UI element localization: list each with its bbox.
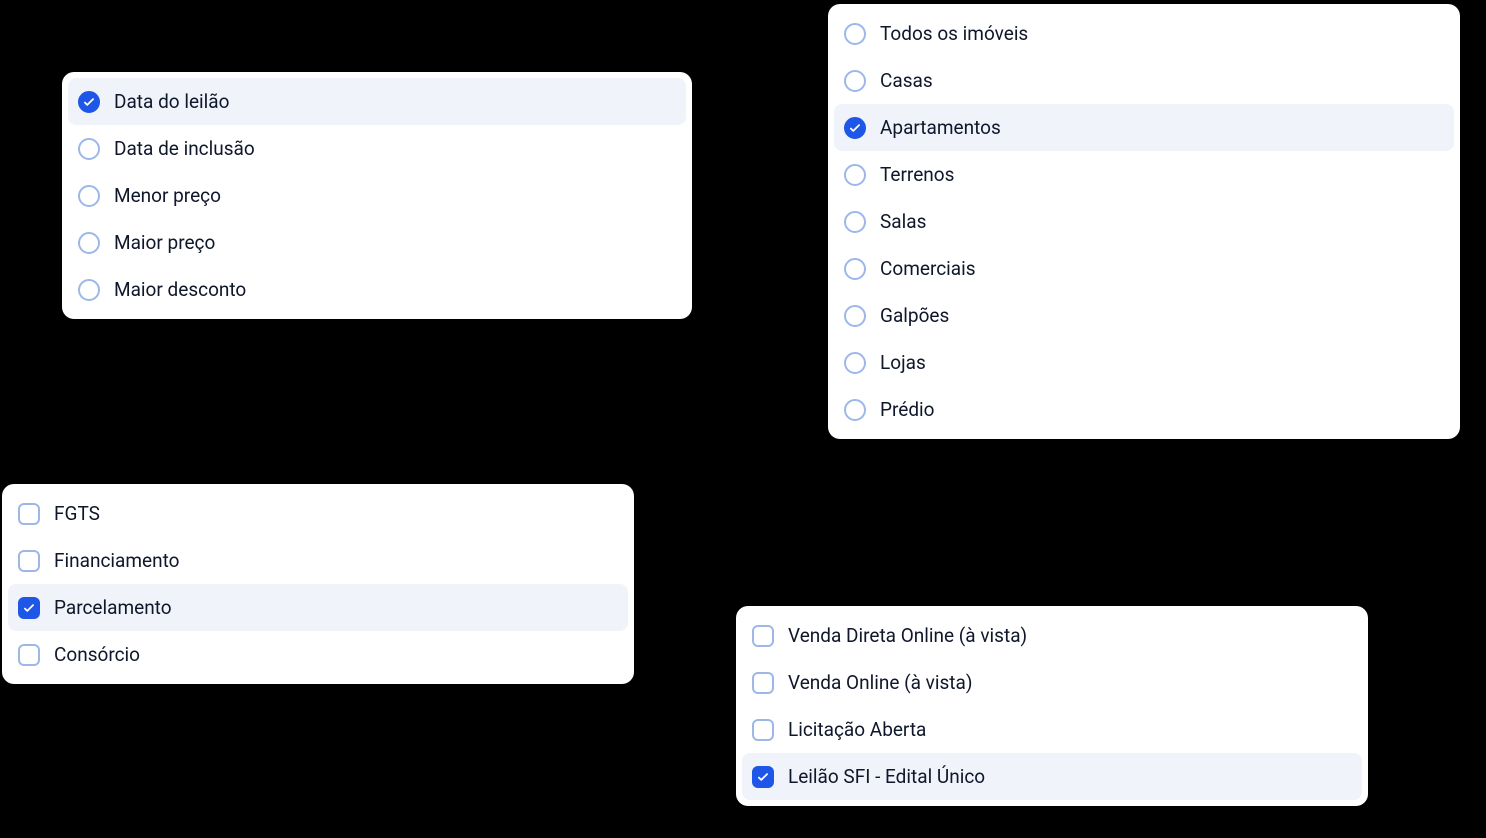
checkbox-icon: [752, 625, 774, 647]
property-option[interactable]: Todos os imóveis: [834, 10, 1454, 57]
property-panel: Todos os imóveis Casas Apartamentos Terreno…: [828, 4, 1460, 439]
property-option-label: Galpões: [880, 304, 949, 327]
sale-option-label: Venda Direta Online (à vista): [788, 624, 1027, 647]
radio-icon: [844, 211, 866, 233]
checkbox-icon: [18, 644, 40, 666]
property-option[interactable]: Salas: [834, 198, 1454, 245]
property-option-label: Lojas: [880, 351, 926, 374]
radio-icon: [844, 23, 866, 45]
checkbox-icon: [752, 766, 774, 788]
property-option-label: Salas: [880, 210, 926, 233]
sale-option[interactable]: Venda Online (à vista): [742, 659, 1362, 706]
sale-option[interactable]: Leilão SFI - Edital Único: [742, 753, 1362, 800]
payment-option[interactable]: Parcelamento: [8, 584, 628, 631]
sort-option[interactable]: Data de inclusão: [68, 125, 686, 172]
sort-option[interactable]: Maior preço: [68, 219, 686, 266]
property-option-label: Apartamentos: [880, 116, 1001, 139]
payment-option-label: FGTS: [54, 502, 100, 525]
sort-option-label: Maior preço: [114, 231, 215, 254]
checkbox-icon: [18, 503, 40, 525]
property-option[interactable]: Prédio: [834, 386, 1454, 433]
payment-option[interactable]: Consórcio: [8, 631, 628, 678]
radio-icon: [78, 91, 100, 113]
property-option-label: Comerciais: [880, 257, 976, 280]
property-option[interactable]: Terrenos: [834, 151, 1454, 198]
property-option[interactable]: Galpões: [834, 292, 1454, 339]
property-option[interactable]: Apartamentos: [834, 104, 1454, 151]
sort-option-label: Menor preço: [114, 184, 221, 207]
radio-icon: [78, 279, 100, 301]
property-option[interactable]: Lojas: [834, 339, 1454, 386]
radio-icon: [844, 164, 866, 186]
sale-option-label: Venda Online (à vista): [788, 671, 972, 694]
radio-icon: [844, 399, 866, 421]
radio-icon: [844, 352, 866, 374]
radio-icon: [844, 117, 866, 139]
sale-option[interactable]: Venda Direta Online (à vista): [742, 612, 1362, 659]
sort-option[interactable]: Data do leilão: [68, 78, 686, 125]
payment-option-label: Parcelamento: [54, 596, 172, 619]
checkbox-icon: [752, 719, 774, 741]
sort-panel: Data do leilão Data de inclusão Menor preç…: [62, 72, 692, 319]
sale-option-label: Licitação Aberta: [788, 718, 926, 741]
payment-option-label: Consórcio: [54, 643, 140, 666]
sort-option[interactable]: Maior desconto: [68, 266, 686, 313]
property-option[interactable]: Comerciais: [834, 245, 1454, 292]
property-option-label: Todos os imóveis: [880, 22, 1028, 45]
checkbox-icon: [18, 597, 40, 619]
property-option[interactable]: Casas: [834, 57, 1454, 104]
sort-option[interactable]: Menor preço: [68, 172, 686, 219]
payment-option[interactable]: FGTS: [8, 490, 628, 537]
sale-option[interactable]: Licitação Aberta: [742, 706, 1362, 753]
sort-option-label: Data de inclusão: [114, 137, 255, 160]
payment-option[interactable]: Financiamento: [8, 537, 628, 584]
sort-option-label: Maior desconto: [114, 278, 246, 301]
payment-panel: FGTS Financiamento Parcelamento Consórcio: [2, 484, 634, 684]
sort-option-label: Data do leilão: [114, 90, 229, 113]
radio-icon: [844, 258, 866, 280]
radio-icon: [78, 138, 100, 160]
property-option-label: Terrenos: [880, 163, 954, 186]
payment-option-label: Financiamento: [54, 549, 179, 572]
sale-panel: Venda Direta Online (à vista) Venda Onlin…: [736, 606, 1368, 806]
radio-icon: [78, 232, 100, 254]
checkbox-icon: [18, 550, 40, 572]
property-option-label: Casas: [880, 69, 933, 92]
radio-icon: [844, 70, 866, 92]
radio-icon: [844, 305, 866, 327]
property-option-label: Prédio: [880, 398, 935, 421]
checkbox-icon: [752, 672, 774, 694]
sale-option-label: Leilão SFI - Edital Único: [788, 765, 985, 788]
radio-icon: [78, 185, 100, 207]
